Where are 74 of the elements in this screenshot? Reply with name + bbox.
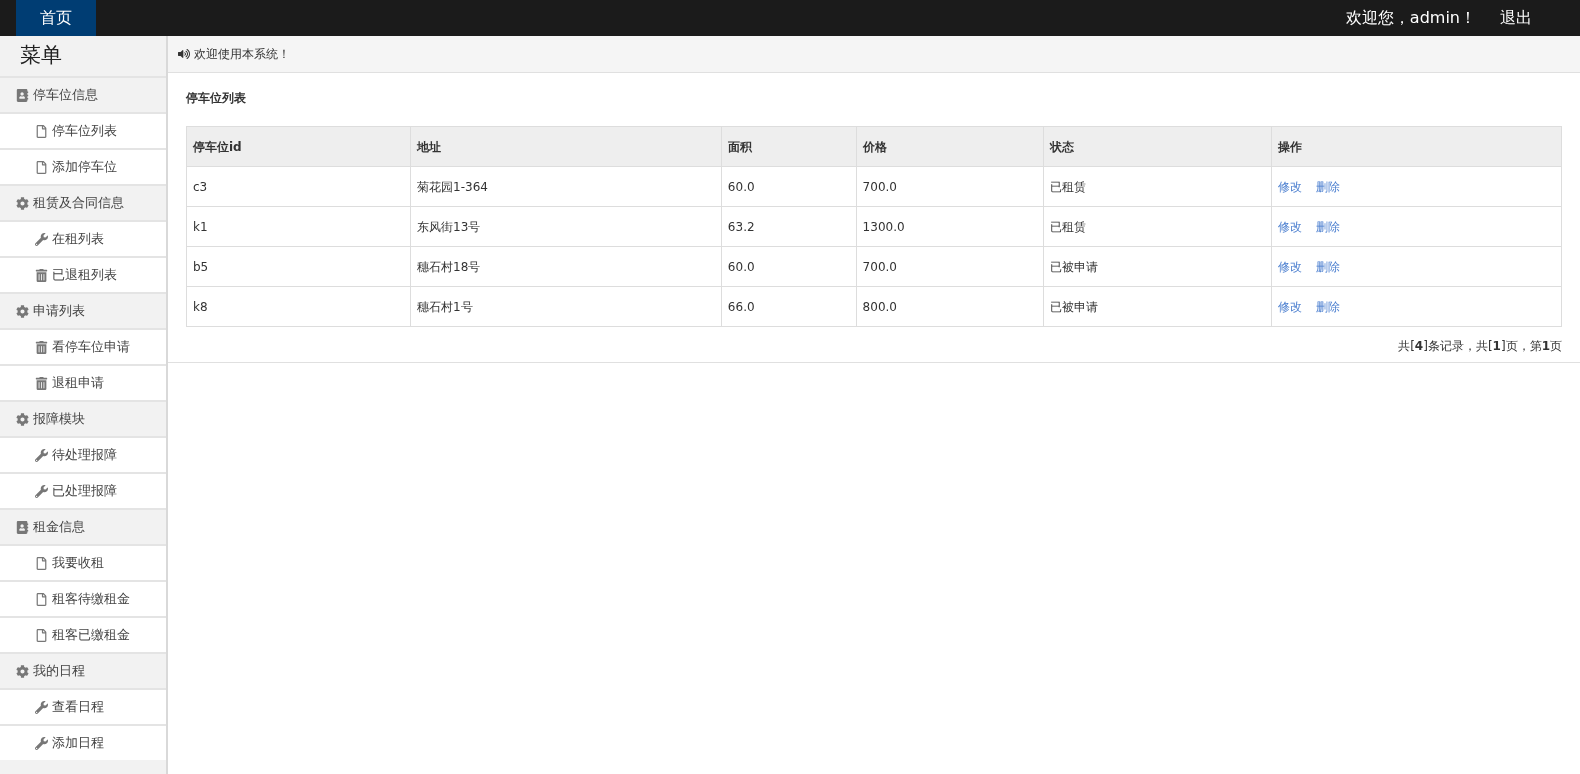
gear-icon bbox=[16, 304, 29, 318]
menu-item[interactable]: 我要收租 bbox=[0, 544, 166, 580]
file-icon bbox=[35, 628, 48, 642]
menu-item[interactable]: 待处理报障 bbox=[0, 436, 166, 472]
menu-item[interactable]: 租客待缴租金 bbox=[0, 580, 166, 616]
delete-link[interactable]: 删除 bbox=[1315, 217, 1340, 236]
wrench-icon bbox=[35, 736, 48, 750]
welcome-text: 欢迎您，admin！ bbox=[1345, 7, 1476, 29]
column-header: 状态 bbox=[1043, 126, 1272, 167]
edit-link[interactable]: 修改 bbox=[1277, 177, 1302, 196]
sidebar-title: 菜单 bbox=[19, 42, 63, 70]
menu-item[interactable]: 在租列表 bbox=[0, 220, 166, 256]
table-cell: 东风街13号 bbox=[410, 206, 722, 247]
table-cell: 穗石村1号 bbox=[410, 286, 722, 327]
gear-icon bbox=[16, 412, 29, 426]
wrench-icon bbox=[35, 484, 48, 498]
delete-link[interactable]: 删除 bbox=[1315, 257, 1340, 276]
table-cell: 穗石村18号 bbox=[410, 246, 722, 287]
panel-title: 停车位列表 bbox=[185, 90, 247, 107]
table-cell: 800.0 bbox=[856, 286, 1044, 327]
delete-link[interactable]: 删除 bbox=[1315, 177, 1340, 196]
edit-link[interactable]: 修改 bbox=[1277, 217, 1302, 236]
speaker-icon bbox=[178, 48, 190, 60]
table-cell: 1300.0 bbox=[856, 206, 1044, 247]
menu-item[interactable]: 添加停车位 bbox=[0, 148, 166, 184]
gear-icon bbox=[16, 664, 29, 678]
file-icon bbox=[35, 556, 48, 570]
table-cell: 60.0 bbox=[721, 246, 857, 287]
wrench-icon bbox=[35, 700, 48, 714]
gear-icon bbox=[16, 196, 29, 210]
menu-item[interactable]: 看停车位申请 bbox=[0, 328, 166, 364]
table-cell: 已被申请 bbox=[1043, 286, 1272, 327]
column-header: 停车位id bbox=[186, 126, 411, 167]
menu-item[interactable]: 退租申请 bbox=[0, 364, 166, 400]
table-cell: 菊花园1-364 bbox=[410, 166, 722, 207]
menu-item[interactable]: 已处理报障 bbox=[0, 472, 166, 508]
address-book-icon bbox=[16, 88, 29, 102]
table-cell: 已租赁 bbox=[1043, 166, 1272, 207]
column-header: 地址 bbox=[410, 126, 722, 167]
menu-item[interactable]: 已退租列表 bbox=[0, 256, 166, 292]
trash-icon bbox=[35, 376, 48, 390]
file-icon bbox=[35, 124, 48, 138]
table-cell: 60.0 bbox=[721, 166, 857, 207]
address-book-icon bbox=[16, 520, 29, 534]
logout-link[interactable]: 退出 bbox=[1500, 6, 1532, 30]
home-tab[interactable]: 首页 bbox=[16, 0, 96, 36]
table-cell: 已租赁 bbox=[1043, 206, 1272, 247]
table-cell: 63.2 bbox=[721, 206, 857, 247]
menu-item[interactable]: 查看日程 bbox=[0, 688, 166, 724]
table-cell: k8 bbox=[186, 286, 411, 327]
pagination-summary: 共[4]条记录，共[1]页，第1页 bbox=[1398, 338, 1562, 355]
table-cell: c3 bbox=[186, 166, 411, 207]
column-header: 面积 bbox=[721, 126, 857, 167]
file-icon bbox=[35, 160, 48, 174]
menu-item[interactable]: 添加日程 bbox=[0, 724, 166, 760]
trash-icon bbox=[35, 268, 48, 282]
column-header: 价格 bbox=[856, 126, 1044, 167]
menu-item[interactable]: 停车位列表 bbox=[0, 112, 166, 148]
edit-link[interactable]: 修改 bbox=[1277, 257, 1302, 276]
edit-link[interactable]: 修改 bbox=[1277, 297, 1302, 316]
table-cell: 66.0 bbox=[721, 286, 857, 327]
file-icon bbox=[35, 592, 48, 606]
wrench-icon bbox=[35, 448, 48, 462]
wrench-icon bbox=[35, 232, 48, 246]
trash-icon bbox=[35, 340, 48, 354]
delete-link[interactable]: 删除 bbox=[1315, 297, 1340, 316]
notice-text: 欢迎使用本系统！ bbox=[194, 46, 290, 63]
table-cell: k1 bbox=[186, 206, 411, 247]
table-cell: 已被申请 bbox=[1043, 246, 1272, 287]
table-cell: 700.0 bbox=[856, 166, 1044, 207]
table-cell: b5 bbox=[186, 246, 411, 287]
table-cell: 700.0 bbox=[856, 246, 1044, 287]
column-header: 操作 bbox=[1271, 126, 1562, 167]
menu-item[interactable]: 租客已缴租金 bbox=[0, 616, 166, 652]
